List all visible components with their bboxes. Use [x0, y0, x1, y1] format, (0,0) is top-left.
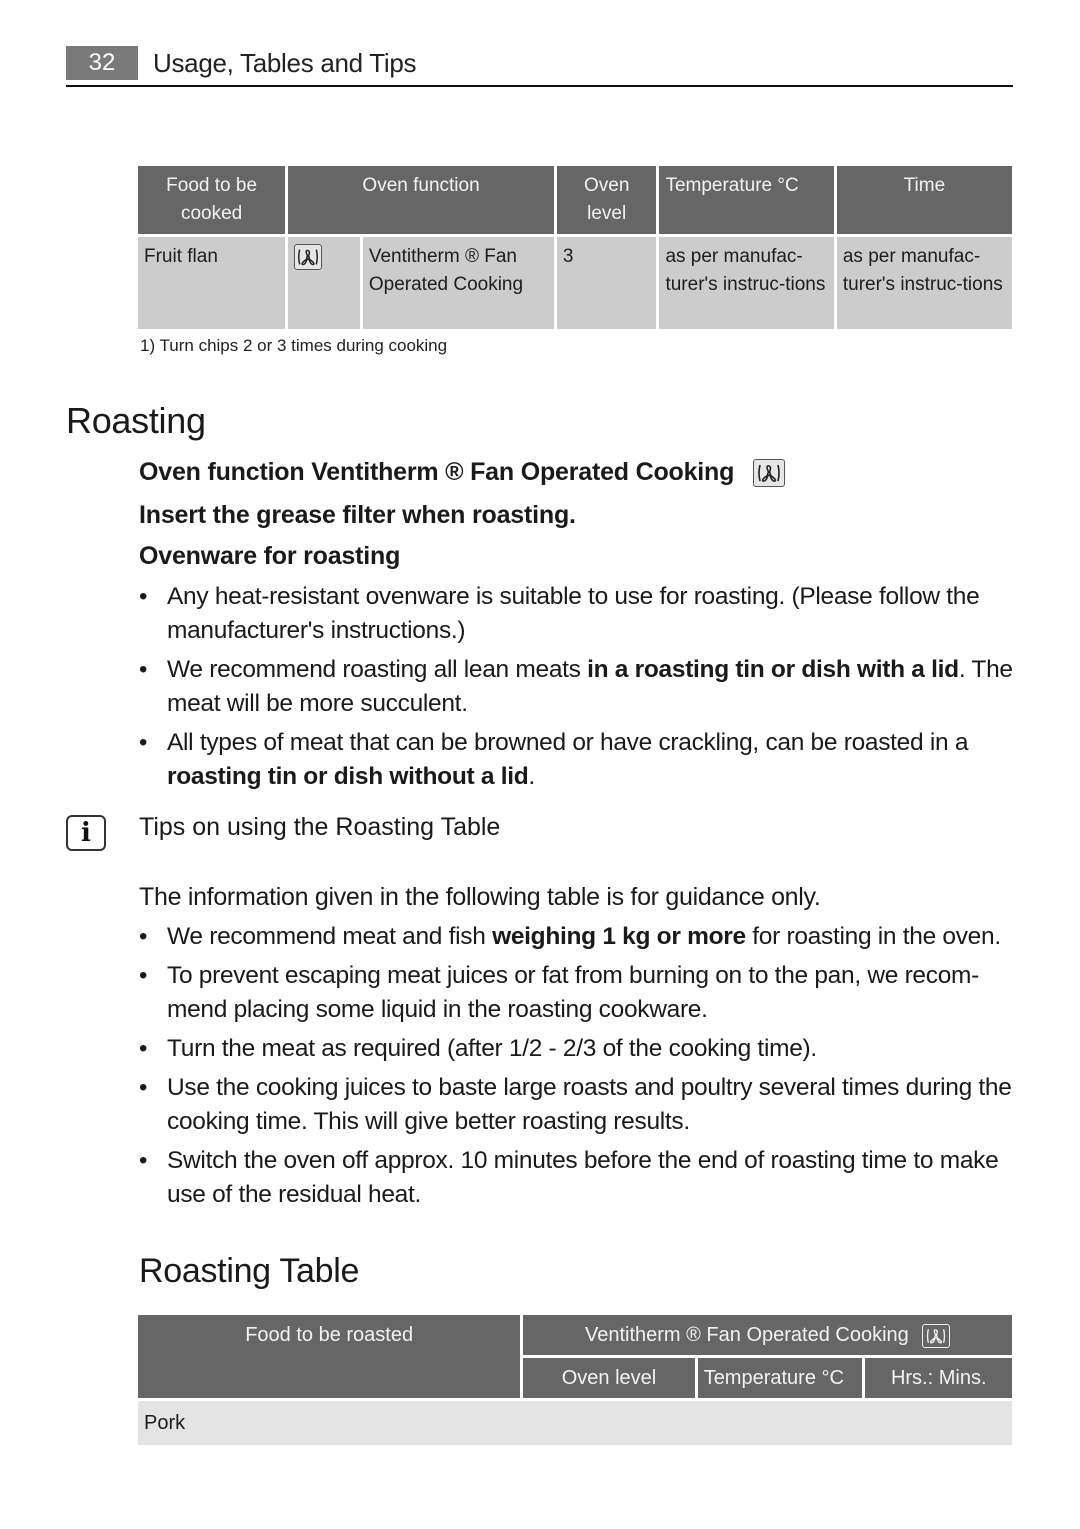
list-item: Any heat-resistant ovenware is suitable …: [139, 580, 1019, 648]
col-header-food: Food to be cooked: [138, 166, 286, 234]
list-item: Use the cooking juices to baste large ro…: [139, 1071, 1019, 1139]
grease-filter-note: Insert the grease filter when roasting.: [139, 501, 576, 529]
table-header-row: Food to be roasted Ventitherm ® Fan Oper…: [138, 1315, 1012, 1398]
oven-function-subheading: Oven function Ventitherm ® Fan Operated …: [139, 458, 785, 488]
col-header-oven-level: Oven level: [556, 166, 657, 234]
roasting-heading: Roasting: [66, 400, 206, 441]
list-item: We recommend meat and fish weighing 1 kg…: [139, 920, 1019, 954]
oven-function-text: Oven function Ventitherm ® Fan Operated …: [139, 458, 735, 486]
cell-function-icon: [288, 237, 360, 329]
cell-temperature: as per manufac-turer's instruc-tions: [659, 237, 834, 329]
list-item: Turn the meat as required (after 1/2 - 2…: [139, 1032, 1019, 1066]
table-section-row: Pork: [138, 1401, 1012, 1445]
roasting-table-heading: Roasting Table: [139, 1252, 360, 1290]
cell-level: 3: [556, 237, 657, 329]
header-divider: [66, 85, 1013, 87]
cell-function: Ventitherm ® Fan Operated Cooking: [362, 237, 554, 329]
fan-icon: [922, 1323, 951, 1348]
col-header-time: Time: [836, 166, 1012, 234]
ovenware-list: Any heat-resistant ovenware is suitable …: [139, 580, 1019, 799]
guidance-text: The information given in the following t…: [139, 883, 821, 911]
col-header-oven-function: Oven function: [288, 166, 554, 234]
table-row: Fruit flan Ventitherm ® Fan Operated Coo…: [138, 237, 1012, 329]
ovenware-heading: Ovenware for roasting: [139, 542, 401, 570]
cell-time: as per manufac-turer's instruc-tions: [836, 237, 1012, 329]
fan-icon: [752, 459, 785, 488]
page-number: 32: [66, 46, 138, 80]
section-pork: Pork: [138, 1401, 1012, 1445]
list-item: All types of meat that can be browned or…: [139, 726, 1019, 794]
col-header-temperature: Temperature °C: [659, 166, 834, 234]
col-header-oven-level: Oven level: [523, 1358, 695, 1398]
col-header-food-roasted: Food to be roasted: [138, 1315, 521, 1398]
list-item: We recommend roasting all lean meats in …: [139, 653, 1019, 721]
col-header-fan-cooking: Ventitherm ® Fan Operated Cooking: [523, 1315, 1012, 1355]
list-item: Switch the oven off approx. 10 minutes b…: [139, 1144, 1019, 1212]
fan-icon: [294, 243, 323, 270]
col-header-time: Hrs.: Mins.: [865, 1358, 1012, 1398]
section-title: Usage, Tables and Tips: [153, 48, 417, 78]
roasting-table: Food to be roasted Ventitherm ® Fan Oper…: [135, 1312, 1015, 1448]
cell-food: Fruit flan: [138, 237, 286, 329]
col-header-temperature: Temperature °C: [697, 1358, 863, 1398]
baking-table: Food to be cooked Oven function Oven lev…: [135, 163, 1015, 332]
table-header-row: Food to be cooked Oven function Oven lev…: [138, 166, 1012, 234]
list-item: To prevent escaping meat juices or fat f…: [139, 959, 1019, 1027]
table-footnote: 1) Turn chips 2 or 3 times during cookin…: [140, 336, 448, 355]
tips-list: We recommend meat and fish weighing 1 kg…: [139, 920, 1019, 1217]
info-icon: i: [66, 815, 106, 851]
tips-title: Tips on using the Roasting Table: [139, 813, 501, 841]
